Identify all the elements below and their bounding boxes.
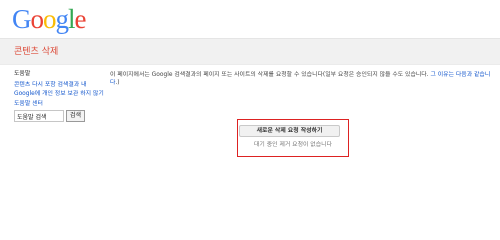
sidebar-link-help-center[interactable]: 도움말 센터 <box>14 101 104 109</box>
help-search-button[interactable]: 검색 <box>66 110 86 123</box>
logo-letter: o <box>30 4 44 34</box>
help-search-form: 검색 <box>14 110 104 123</box>
sidebar: 도움말 콘텐츠 다시 포함 검색결과 내 Google에 개인 정보 보관 하지… <box>14 71 104 123</box>
page-title: 콘텐츠 삭제 <box>14 47 59 57</box>
sidebar-link-privacy[interactable]: Google에 개인 정보 보관 하지 않기 <box>14 91 104 99</box>
intro-text: 이 페이지에서는 Google 검색결과의 페이지 또는 사이트의 삭제를 요청… <box>110 71 496 88</box>
logo-letter: o <box>43 4 56 34</box>
create-removal-request-button[interactable]: 새로운 삭제 요청 작성하기 <box>239 125 340 137</box>
logo-letter: g <box>55 4 69 34</box>
sidebar-heading: 도움말 <box>14 71 31 77</box>
title-bar: 콘텐츠 삭제 <box>0 39 500 64</box>
sidebar-link-reinclude-content[interactable]: 콘텐츠 다시 포함 검색결과 내 <box>14 82 104 90</box>
logo-letter: G <box>12 4 31 34</box>
google-logo[interactable]: Google <box>12 4 86 34</box>
pending-requests-status: 대기 중인 제거 요청이 없습니다 <box>254 142 332 148</box>
intro-prefix: 이 페이지에서는 Google 검색결과의 페이지 또는 사이트의 삭제를 요청… <box>110 72 431 78</box>
intro-suffix: .) <box>115 80 120 87</box>
title-divider <box>0 64 500 65</box>
help-search-input[interactable] <box>14 110 64 123</box>
logo-letter: e <box>74 4 87 34</box>
